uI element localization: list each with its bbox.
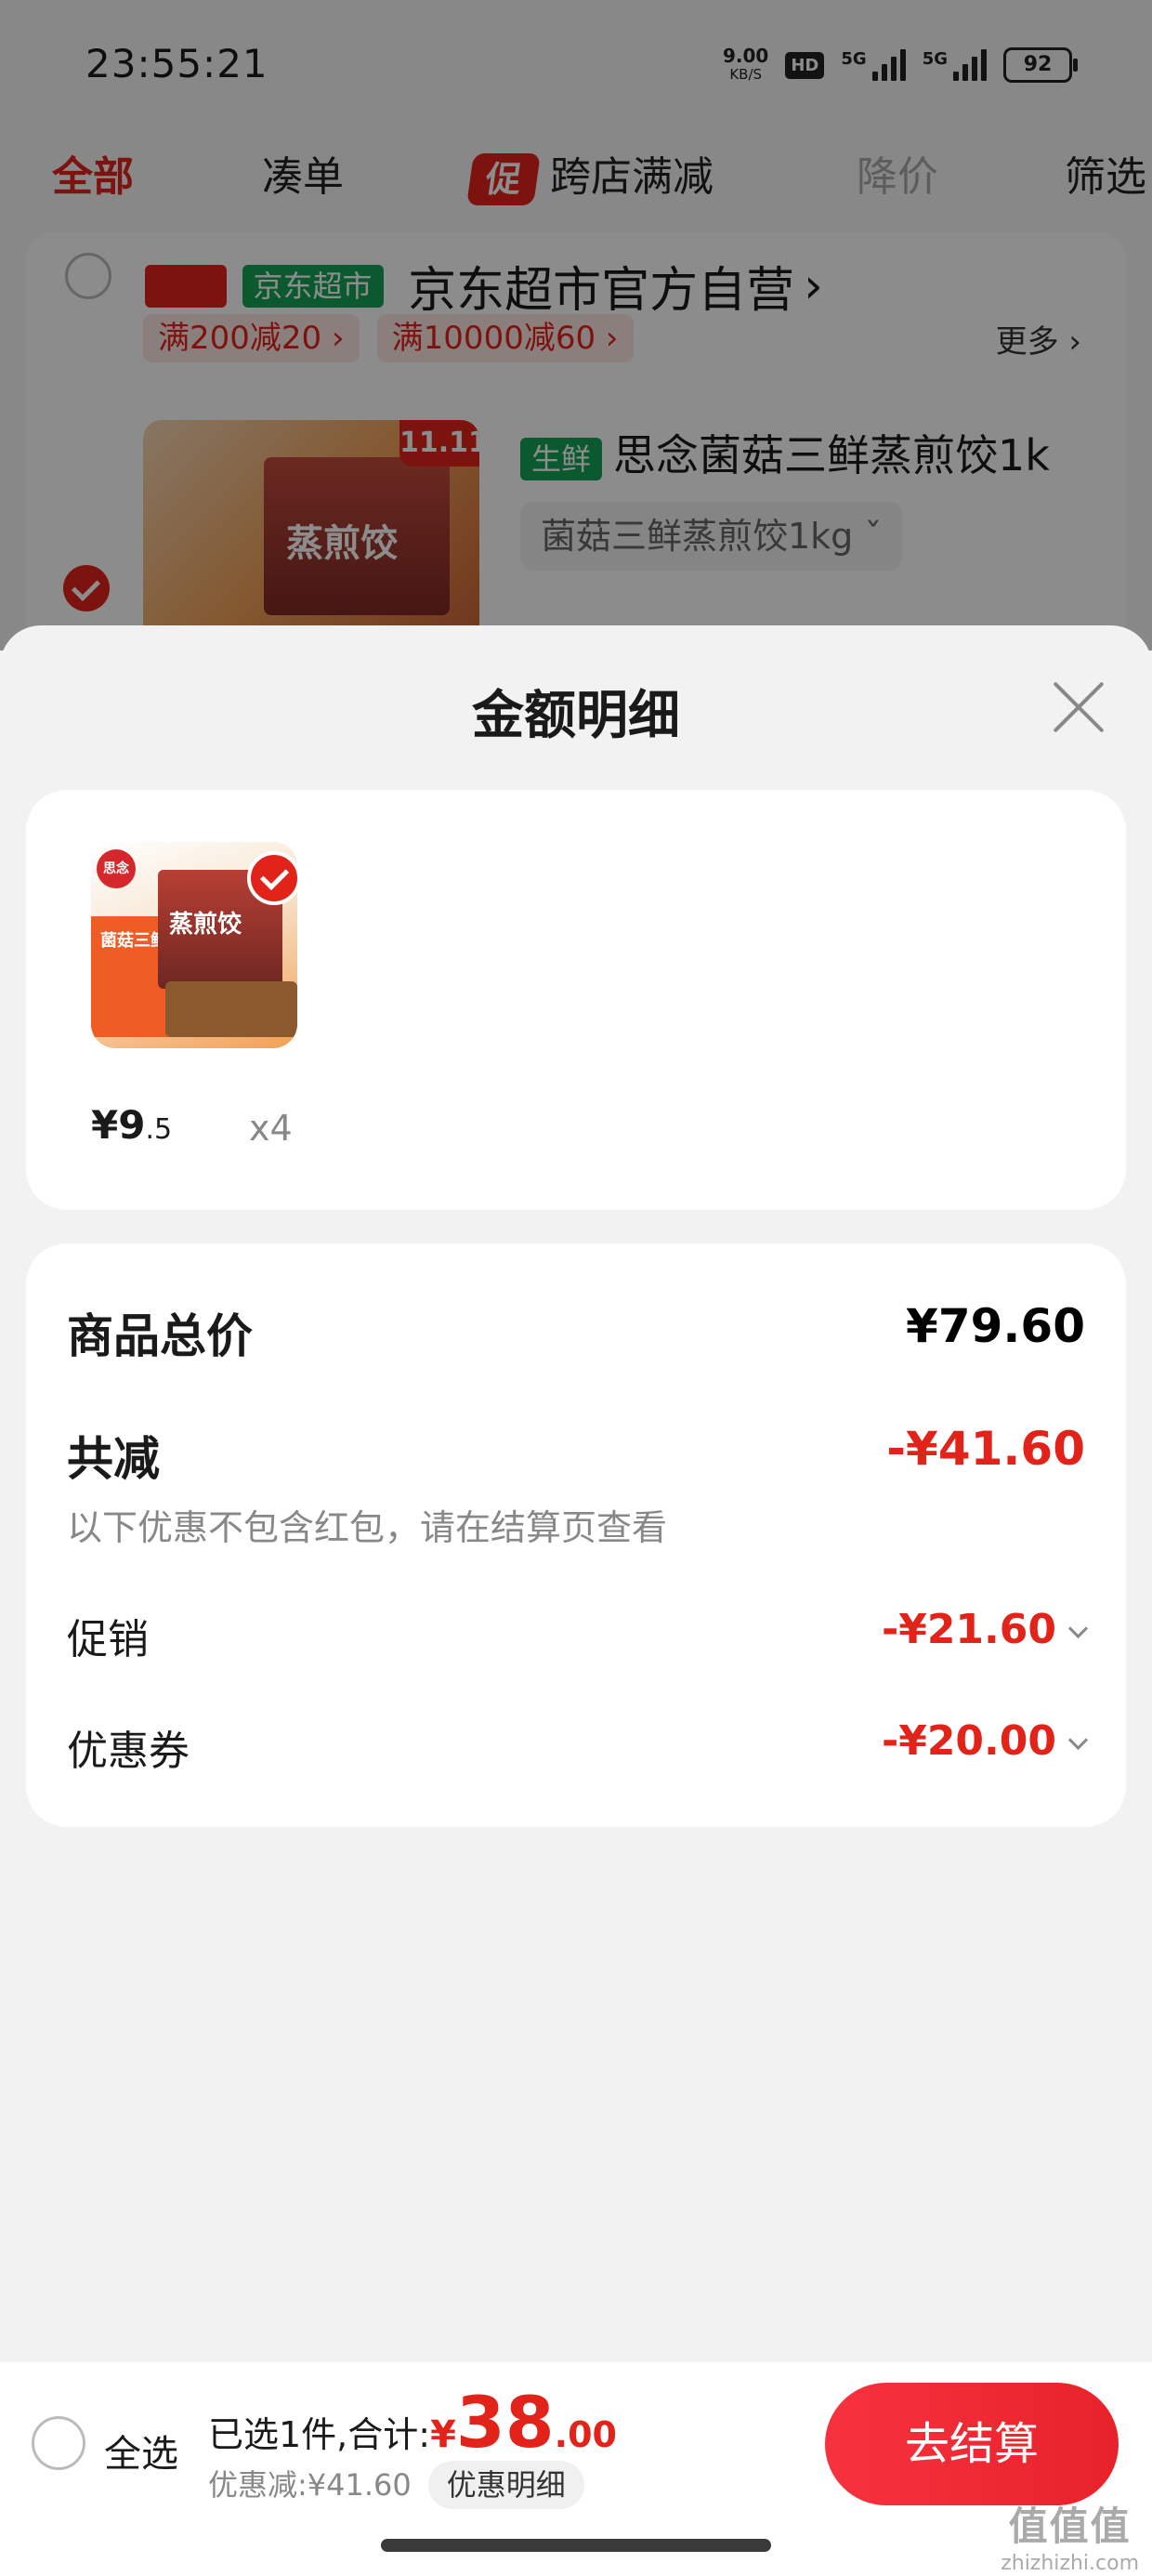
checkout-bar: 全选 已选1件,合计:¥38.00 优惠减:¥41.60 优惠明细 去结算 [0, 2362, 1152, 2576]
item-quantity: x4 [249, 1108, 293, 1149]
chevron-down-icon [1067, 1618, 1089, 1639]
close-icon[interactable] [1050, 679, 1106, 735]
discount-note: 以下优惠不包含红包，请在结算页查看 [67, 1507, 668, 1548]
coupon-label: 优惠券 [67, 1728, 190, 1775]
select-all-radio[interactable] [32, 2416, 85, 2470]
total-discount-label: 共减 [67, 1432, 160, 1486]
total-summary: 已选1件,合计:¥38.00 [208, 2381, 617, 2464]
price-summary-card: 商品总价 ¥79.60 共减 -¥41.60 以下优惠不包含红包，请在结算页查看… [26, 1243, 1126, 1827]
select-all-label[interactable]: 全选 [104, 2424, 178, 2477]
item-checked-icon[interactable] [247, 851, 301, 905]
promo-label: 促销 [67, 1616, 149, 1663]
item-price: ¥9.5 [91, 1102, 173, 1148]
brand-logo: 思念 [97, 849, 136, 888]
watermark-logo: 值值值 zhizhizhi.com [1001, 2504, 1139, 2575]
discount-detail-button[interactable]: 优惠明细 [427, 2461, 584, 2509]
total-amount: ¥38.00 [430, 2381, 617, 2464]
sheet-title: 金额明细 [472, 686, 680, 746]
chevron-down-icon [1067, 1729, 1089, 1751]
promo-row-toggle[interactable]: -¥21.60 [881, 1606, 1089, 1653]
checkout-button[interactable]: 去结算 [825, 2383, 1119, 2505]
home-indicator[interactable] [381, 2539, 771, 2552]
total-price-value: ¥79.60 [906, 1299, 1085, 1353]
total-discount-value: -¥41.60 [886, 1422, 1085, 1476]
coupon-row-toggle[interactable]: -¥20.00 [881, 1717, 1089, 1765]
overlay-dim[interactable] [0, 0, 1152, 651]
discount-summary: 优惠减:¥41.60 优惠明细 [208, 2461, 584, 2509]
promo-value: -¥21.60 [881, 1606, 1056, 1653]
background-page: 23:55:21 9.00 KB/S HD 5G 5G 92 全部 凑单 促跨店… [0, 0, 1152, 651]
amount-detail-sheet: 金额明细 菌菇三鲜 蒸煎饺 思念 ¥9.5 x4 商品总价 ¥79.60 共减 … [0, 625, 1152, 2576]
coupon-value: -¥20.00 [881, 1717, 1056, 1765]
total-price-label: 商品总价 [67, 1309, 253, 1363]
selected-items-card: 菌菇三鲜 蒸煎饺 思念 ¥9.5 x4 [26, 790, 1126, 1210]
